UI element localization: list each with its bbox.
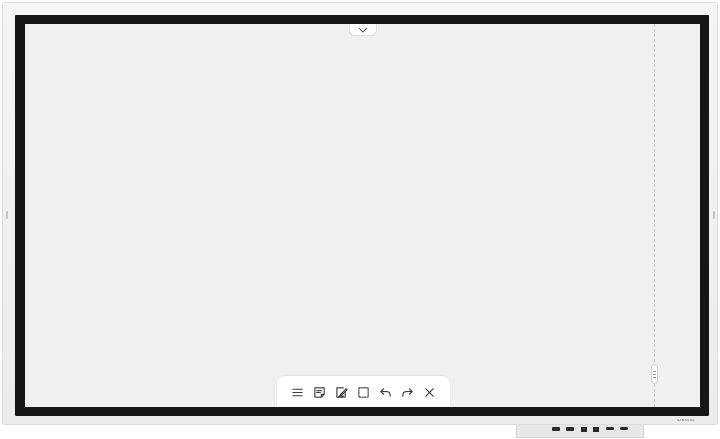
hdmi-port-icon	[551, 427, 560, 431]
selection-icon	[358, 386, 369, 398]
sticky-note-button[interactable]	[311, 384, 328, 401]
menu-button[interactable]	[289, 384, 306, 401]
import-document-button[interactable]	[333, 384, 350, 401]
select-button[interactable]	[355, 384, 372, 401]
hdmi-port-icon	[566, 427, 575, 431]
display-device: SAMSUNG	[2, 2, 718, 425]
redo-icon	[402, 387, 413, 397]
drag-handle-icon[interactable]	[651, 364, 658, 384]
usb-port-icon	[593, 427, 600, 432]
usb-port-icon	[580, 427, 587, 432]
whiteboard-canvas[interactable]	[25, 24, 700, 407]
usb-c-port-icon	[620, 427, 629, 430]
usb-c-port-icon	[605, 427, 614, 430]
sticky-note-icon	[314, 386, 325, 398]
menu-icon	[292, 388, 303, 396]
bottom-toolbar	[277, 376, 450, 407]
collapse-tab-button[interactable]	[349, 24, 377, 36]
document-pen-icon	[336, 386, 348, 398]
brand-logo: SAMSUNG	[677, 418, 695, 422]
undo-icon	[380, 387, 391, 397]
connection-port-panel	[516, 425, 644, 438]
page-boundary-divider	[654, 24, 655, 407]
right-edge-mark	[713, 211, 715, 219]
redo-button[interactable]	[399, 384, 416, 401]
undo-button[interactable]	[377, 384, 394, 401]
screen-bezel	[15, 15, 709, 416]
chevron-down-icon	[358, 27, 368, 33]
close-button[interactable]	[421, 384, 438, 401]
close-icon	[425, 387, 434, 397]
left-edge-mark	[6, 211, 8, 219]
